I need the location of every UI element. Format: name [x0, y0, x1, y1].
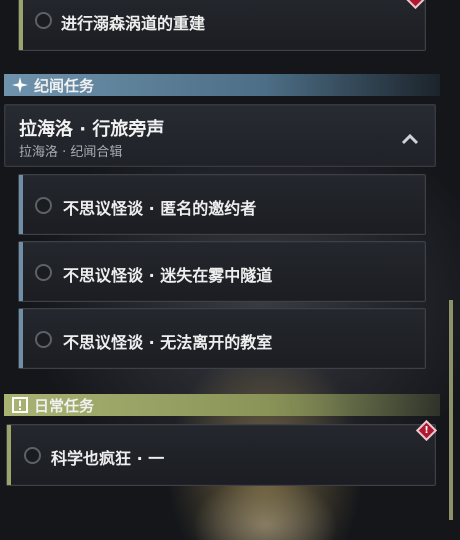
quest-status-circle — [35, 264, 52, 281]
quest-label: 不思议怪谈 · 迷失在雾中隧道 — [63, 266, 273, 285]
quest-accent-bar — [7, 425, 11, 485]
exclamation-box-icon — [12, 397, 28, 413]
scrollbar[interactable] — [449, 300, 453, 520]
quest-status-circle — [35, 12, 52, 29]
quest-card-top[interactable]: 进行溺森涡道的重建 — [18, 0, 426, 51]
quest-accent-bar — [19, 0, 23, 50]
alert-badge-text: ! — [424, 425, 429, 436]
quest-label: 不思议怪谈 · 匿名的邀约者 — [63, 199, 257, 218]
quest-card[interactable]: 不思议怪谈 · 迷失在雾中隧道 — [18, 241, 426, 302]
quest-status-circle — [24, 447, 41, 464]
sparkle-icon — [12, 77, 28, 93]
quest-card[interactable]: 科学也疯狂 · 一 — [6, 424, 436, 486]
section-title: 日常任务 — [34, 397, 95, 415]
quest-accent-bar — [19, 309, 23, 368]
quest-accent-bar — [19, 242, 23, 301]
chapter-title: 拉海洛 · 行旅旁声 — [19, 119, 165, 140]
chevron-up-icon[interactable] — [401, 133, 419, 145]
quest-label: 不思议怪谈 · 无法离开的教室 — [63, 333, 273, 352]
section-header-story: 纪闻任务 — [4, 74, 440, 96]
chapter-header[interactable]: 拉海洛 · 行旅旁声 拉海洛 · 纪闻合辑 — [4, 104, 436, 167]
chapter-subtitle: 拉海洛 · 纪闻合辑 — [19, 145, 123, 160]
quest-status-circle — [35, 197, 52, 214]
quest-label: 科学也疯狂 · 一 — [51, 449, 165, 468]
quest-status-circle — [35, 331, 52, 348]
section-header-daily: 日常任务 — [4, 394, 440, 416]
quest-accent-bar — [19, 175, 23, 234]
section-title: 纪闻任务 — [34, 77, 95, 95]
quest-card[interactable]: 不思议怪谈 · 匿名的邀约者 — [18, 174, 426, 235]
quest-card[interactable]: 不思议怪谈 · 无法离开的教室 — [18, 308, 426, 369]
quest-label: 进行溺森涡道的重建 — [61, 14, 206, 33]
